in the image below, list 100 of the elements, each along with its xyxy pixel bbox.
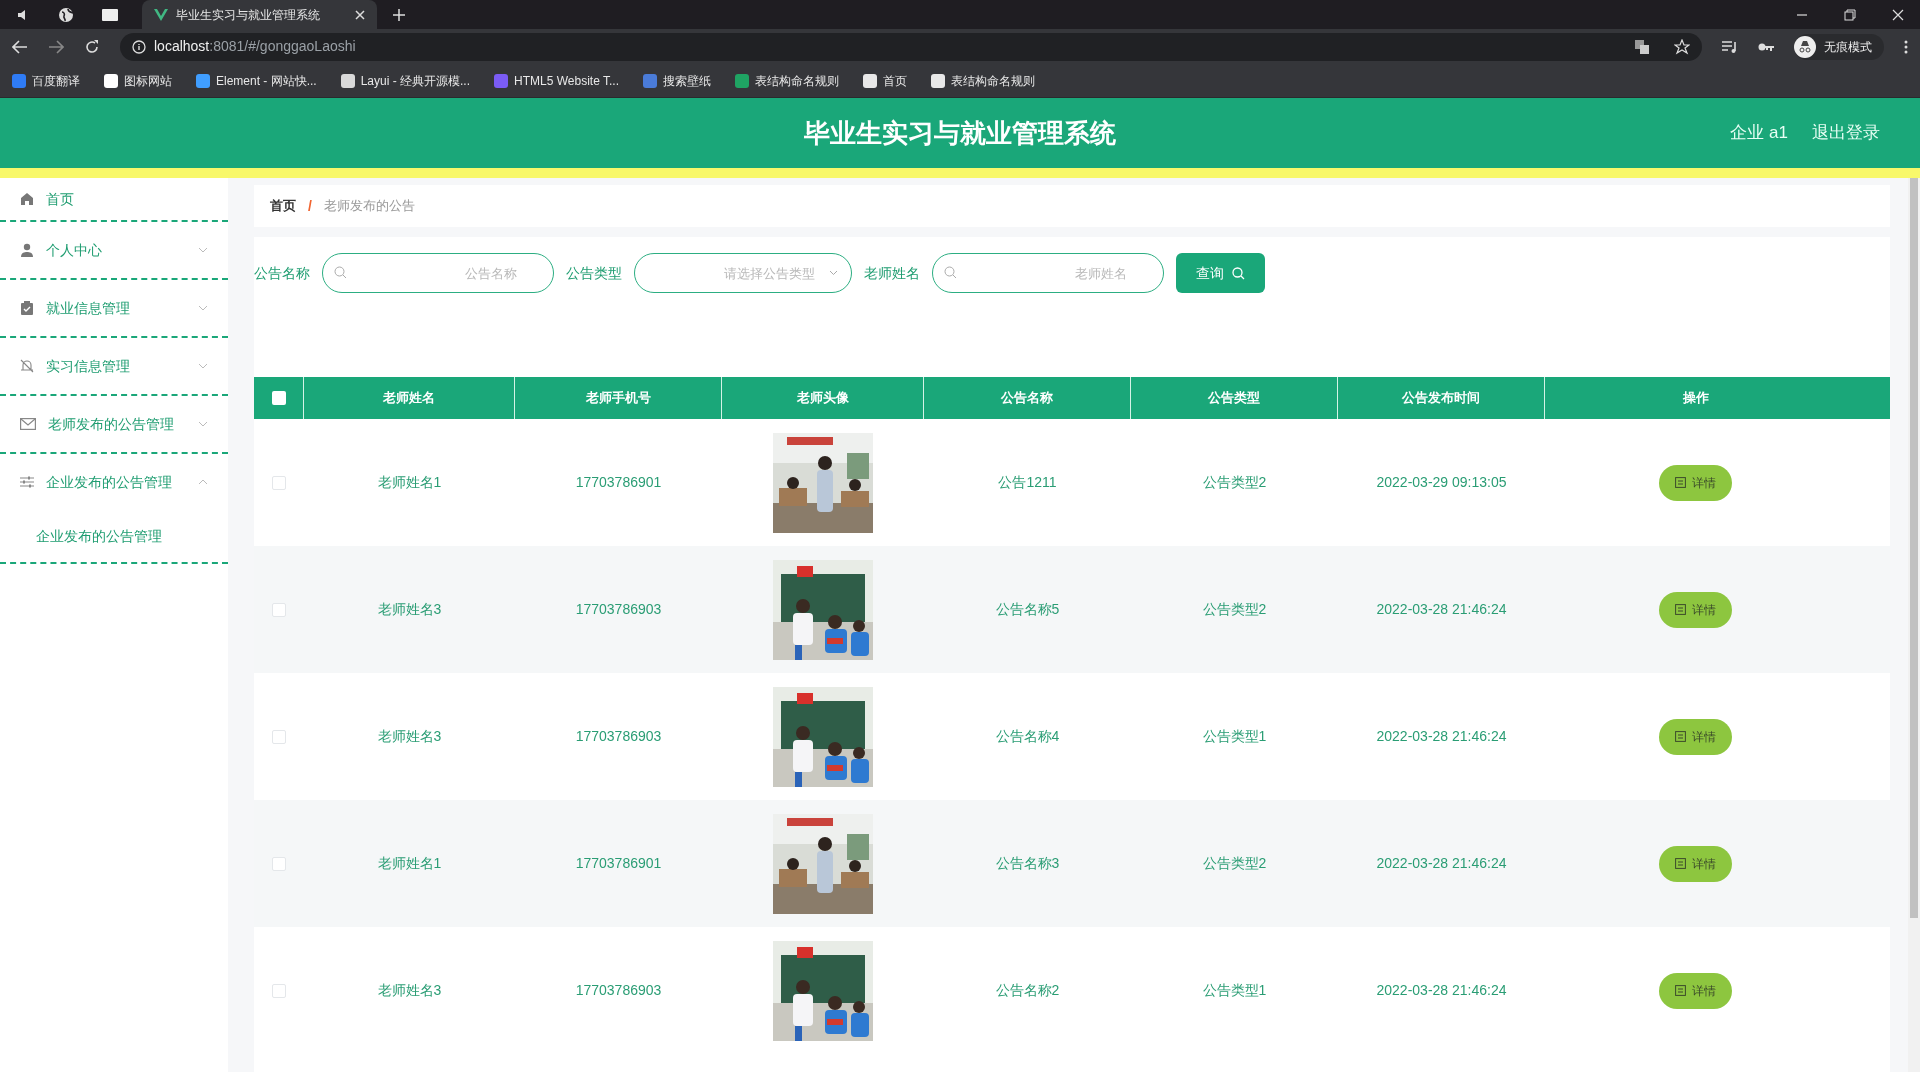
row-checkbox[interactable]	[272, 856, 286, 871]
document-icon	[1675, 985, 1686, 996]
row-checkbox[interactable]	[272, 475, 286, 490]
reload-icon[interactable]	[84, 38, 100, 55]
window-icon[interactable]	[102, 8, 118, 21]
table-cell-text: 17703786903	[575, 981, 662, 1000]
table-cell-text: 17703786901	[575, 473, 662, 492]
menu-item[interactable]: 个人中心	[0, 222, 228, 278]
table-cell-text: 公告名称4	[995, 727, 1060, 746]
playlist-icon[interactable]	[1722, 39, 1738, 54]
bookmark[interactable]: Element - 网站快...	[192, 67, 321, 94]
search-button[interactable]: 查询	[1176, 253, 1265, 293]
table-cell-text: 公告类型2	[1202, 854, 1267, 873]
dropdown-icon	[829, 270, 838, 276]
detail-button[interactable]: 详情	[1659, 464, 1732, 501]
menu-item[interactable]: 企业发布的公告管理	[0, 454, 228, 510]
search-icon	[334, 266, 347, 279]
table-cell-text: 公告类型1	[1202, 981, 1267, 1000]
menu-item[interactable]: 老师发布的公告管理	[0, 396, 228, 452]
menu-item[interactable]: 就业信息管理	[0, 280, 228, 336]
table-cell-text: 老师姓名1	[377, 473, 442, 492]
table-cell-text: 公告名称3	[995, 854, 1060, 873]
scrollbar[interactable]	[1908, 178, 1920, 1072]
table-cell-text: 公告名称2	[995, 981, 1060, 1000]
column-header: 操作	[1681, 389, 1710, 408]
star-icon[interactable]	[1674, 38, 1690, 55]
table-cell-text: 公告1211	[998, 473, 1057, 492]
logout-link[interactable]: 退出登录	[1812, 120, 1880, 146]
document-icon	[1675, 731, 1686, 742]
table-cell-text: 老师姓名3	[377, 727, 442, 746]
home-icon	[20, 192, 34, 206]
incognito-badge[interactable]: 无痕模式	[1794, 33, 1884, 60]
breadcrumb-item: 老师发布的公告	[323, 197, 415, 216]
bookmark[interactable]: 搜索壁纸	[639, 67, 715, 94]
table-cell-text: 17703786901	[575, 854, 662, 873]
bookmark[interactable]: 百度翻译	[8, 67, 84, 94]
detail-button[interactable]: 详情	[1659, 591, 1732, 628]
row-checkbox[interactable]	[272, 602, 286, 617]
app-title: 毕业生实习与就业管理系统	[804, 116, 1116, 150]
more-icon[interactable]	[1904, 39, 1908, 54]
key-icon[interactable]	[1758, 41, 1774, 52]
tab-title: 毕业生实习与就业管理系统	[176, 6, 321, 24]
select-all-checkbox[interactable]	[271, 391, 286, 405]
address-bar[interactable]: localhost:8081/#/gonggaoLaoshi	[120, 32, 1702, 61]
url-text: localhost:8081/#/gonggaoLaoshi	[154, 37, 356, 56]
globe-icon[interactable]	[58, 6, 74, 23]
search-icon	[944, 266, 957, 279]
table-cell-text: 17703786903	[575, 600, 662, 619]
sliders-icon	[20, 476, 34, 488]
table-cell-text: 老师姓名1	[377, 854, 442, 873]
table-cell-text: 2022-03-28 21:46:24	[1376, 854, 1507, 873]
detail-button[interactable]: 详情	[1659, 972, 1732, 1009]
submenu-item[interactable]: 企业发布的公告管理	[36, 525, 162, 547]
bookmark[interactable]: Layui - 经典开源模...	[336, 67, 475, 94]
bookmark[interactable]: 首页	[859, 67, 911, 94]
document-icon	[1675, 858, 1686, 869]
field-label: 公告类型	[566, 263, 622, 283]
browser-tab[interactable]: 毕业生实习与就业管理系统	[142, 0, 377, 29]
info-icon[interactable]	[132, 39, 146, 54]
incognito-icon	[1794, 35, 1816, 58]
detail-button[interactable]: 详情	[1659, 718, 1732, 755]
menu-item[interactable]: 首页	[0, 178, 228, 220]
table-cell-text: 公告类型2	[1202, 600, 1267, 619]
translate-icon[interactable]	[1634, 38, 1650, 55]
table-cell-text: 17703786903	[575, 727, 662, 746]
v-logo-icon	[154, 8, 168, 21]
table-cell-text: 2022-03-28 21:46:24	[1376, 981, 1507, 1000]
forward-icon[interactable]	[48, 39, 64, 54]
search-field[interactable]: 老师姓名	[932, 253, 1164, 293]
table-cell-text: 老师姓名3	[377, 981, 442, 1000]
type-select[interactable]: 请选择公告类型	[634, 253, 852, 293]
close-icon[interactable]	[355, 9, 365, 20]
table-cell-text: 2022-03-28 21:46:24	[1376, 600, 1507, 619]
detail-button[interactable]: 详情	[1659, 845, 1732, 882]
search-icon	[1232, 266, 1245, 280]
search-field[interactable]: 公告名称	[322, 253, 554, 293]
breadcrumb-separator: /	[308, 196, 312, 216]
back-icon[interactable]	[12, 39, 28, 54]
close-window-icon[interactable]	[1892, 8, 1904, 21]
table-cell-text: 公告类型1	[1202, 727, 1267, 746]
new-tab-icon[interactable]	[393, 8, 405, 21]
bookmark[interactable]: 表结构命名规则	[927, 67, 1039, 94]
menu-item[interactable]: 实习信息管理	[0, 338, 228, 394]
restore-icon[interactable]	[1844, 8, 1856, 21]
table-cell-text: 2022-03-29 09:13:05	[1376, 473, 1507, 492]
field-label: 老师姓名	[864, 263, 920, 283]
clipboard-icon	[20, 301, 34, 315]
bookmark[interactable]: HTML5 Website T...	[490, 67, 623, 94]
person-icon	[20, 243, 34, 257]
table-cell-text: 老师姓名3	[377, 600, 442, 619]
row-checkbox[interactable]	[272, 983, 286, 998]
bell-off-icon	[20, 359, 34, 373]
bookmark[interactable]: 图标网站	[100, 67, 176, 94]
table-cell-text: 2022-03-28 21:46:24	[1376, 727, 1507, 746]
table-cell-text: 公告名称5	[995, 600, 1060, 619]
field-label: 公告名称	[254, 263, 310, 283]
row-checkbox[interactable]	[272, 729, 286, 744]
document-icon	[1675, 604, 1686, 615]
breadcrumb-item[interactable]: 首页	[270, 196, 296, 216]
bookmark[interactable]: 表结构命名规则	[731, 67, 843, 94]
